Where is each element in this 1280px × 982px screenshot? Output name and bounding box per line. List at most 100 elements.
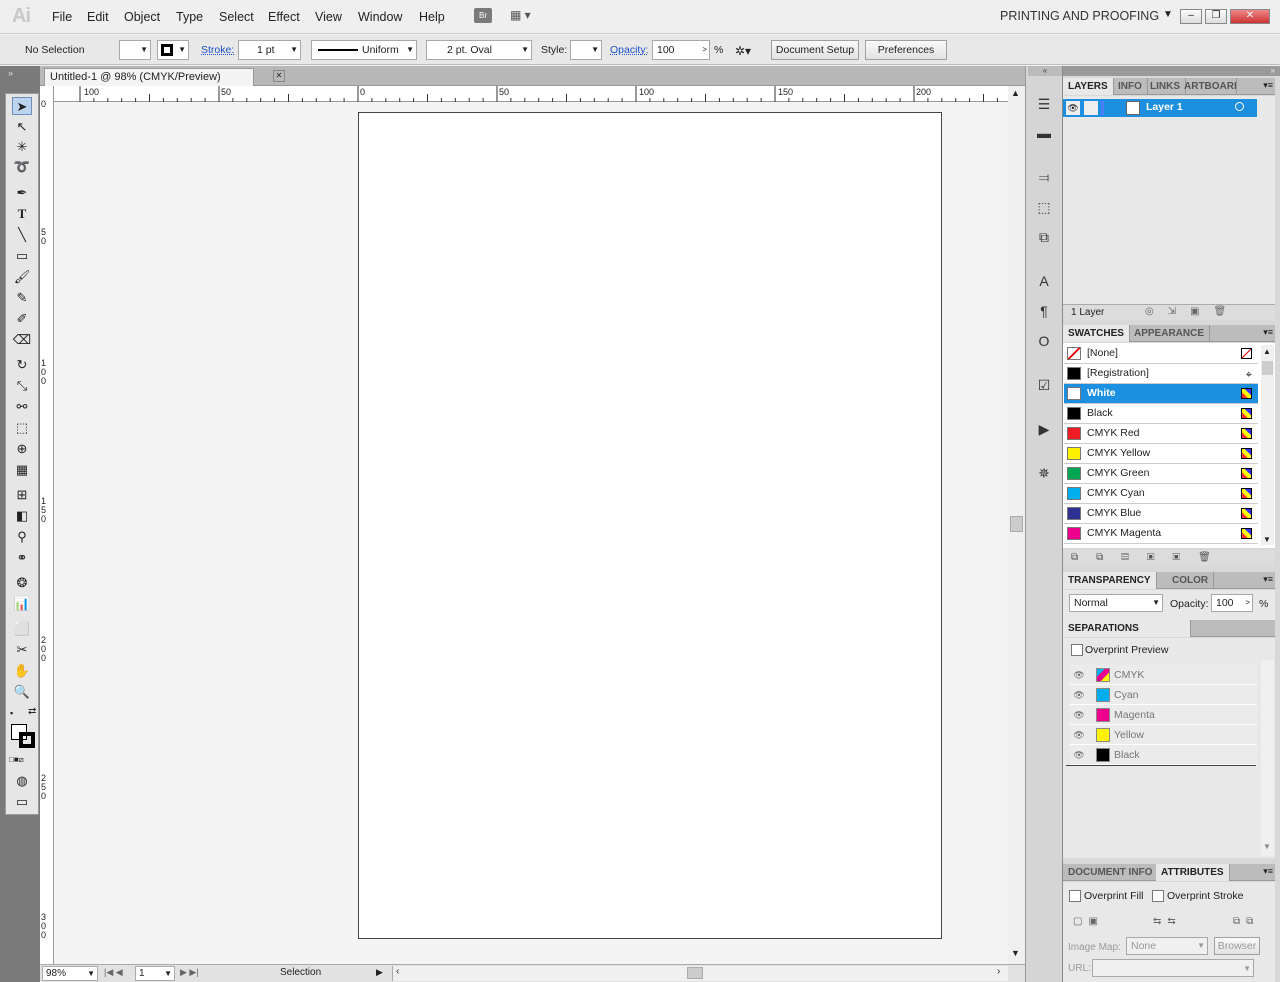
actions-panel-icon[interactable]: ▶ — [1034, 419, 1054, 439]
plate-row[interactable]: 👁 Black — [1070, 745, 1257, 765]
minimize-button[interactable]: – — [1180, 9, 1202, 24]
image-map-select[interactable]: None ▼ — [1126, 937, 1208, 955]
swatch-row[interactable]: Black — [1064, 404, 1258, 424]
brush-definition-select[interactable]: 2 pt. Oval ▼ — [426, 40, 532, 60]
color-mode-buttons[interactable]: □■⧄ — [9, 755, 35, 765]
visibility-eye-icon[interactable]: 👁 — [1073, 729, 1085, 741]
fill-color-select[interactable]: ▼ — [119, 40, 151, 60]
chevron-up-icon[interactable]: ▲ — [1011, 88, 1020, 98]
arrange-documents-button[interactable]: ▦ ▾ — [510, 8, 542, 23]
opentype-panel-icon[interactable]: O — [1034, 331, 1054, 351]
chevron-right-icon[interactable]: › — [997, 966, 1000, 977]
chevron-down-icon[interactable]: ▼ — [1011, 948, 1020, 958]
overprint-stroke-checkbox[interactable] — [1152, 890, 1164, 902]
tab-layers[interactable]: LAYERS — [1063, 78, 1114, 95]
panel-menu-icon[interactable]: ▾≡ — [1263, 574, 1273, 585]
free-transform-tool-icon[interactable]: ⬚ — [12, 419, 32, 437]
menu-window[interactable]: Window — [358, 10, 402, 24]
plate-row[interactable]: 👁 Yellow — [1070, 725, 1257, 745]
lock-toggle[interactable] — [1084, 101, 1098, 115]
tab-info[interactable]: INFO — [1113, 78, 1148, 95]
menu-object[interactable]: Object — [124, 10, 160, 24]
vertical-scrollbar[interactable]: ▲ ▼ — [1008, 86, 1025, 968]
tab-color[interactable]: COLOR — [1167, 572, 1215, 589]
scroll-thumb[interactable] — [1262, 361, 1273, 375]
scale-tool-icon[interactable]: ⤡ — [12, 377, 32, 395]
swatch-row[interactable]: [Registration] ⌖ — [1064, 364, 1258, 384]
restore-button[interactable]: ❐ — [1205, 9, 1227, 24]
workspace-switcher[interactable]: PRINTING AND PROOFING — [1000, 9, 1159, 23]
blend-tool-icon[interactable]: ⚭ — [12, 549, 32, 567]
swatch-row[interactable]: CMYK Blue — [1064, 504, 1258, 524]
menu-help[interactable]: Help — [419, 10, 445, 24]
tab-appearance[interactable]: APPEARANCE — [1129, 325, 1211, 342]
collapse-icon[interactable]: » — [1063, 66, 1280, 76]
blend-mode-select[interactable]: Normal ▼ — [1069, 594, 1163, 612]
recolor-artwork-icon[interactable]: ✲▾ — [735, 44, 751, 58]
menu-edit[interactable]: Edit — [87, 10, 109, 24]
column-graph-tool-icon[interactable]: 📊 — [12, 595, 32, 613]
mesh-tool-icon[interactable]: ⊞ — [12, 486, 32, 504]
scroll-thumb[interactable] — [1010, 516, 1023, 532]
swap-fill-stroke-icon[interactable]: ⇄ — [28, 706, 36, 717]
hand-tool-icon[interactable]: ✋ — [12, 662, 32, 680]
symbol-sprayer-tool-icon[interactable]: ❂ — [12, 574, 32, 592]
navigator-panel-icon[interactable]: ✵ — [1034, 463, 1054, 483]
status-menu-icon[interactable]: ▶ — [376, 967, 383, 978]
close-icon[interactable]: ✕ — [273, 70, 285, 82]
rotate-tool-icon[interactable]: ↻ — [12, 356, 32, 374]
menu-file[interactable]: File — [52, 10, 72, 24]
slice-tool-icon[interactable]: ✂ — [12, 641, 32, 659]
paintbrush-tool-icon[interactable]: 🖌 — [12, 268, 32, 286]
swatch-row[interactable]: CMYK Yellow — [1064, 444, 1258, 464]
align-panel-icon[interactable]: ⫤ — [1034, 167, 1054, 187]
target-icon[interactable] — [1235, 102, 1244, 111]
shape-builder-tool-icon[interactable]: ⊕ — [12, 440, 32, 458]
swatch-row[interactable]: [None] — [1064, 344, 1258, 364]
document-tab[interactable]: Untitled-1 @ 98% (CMYK/Preview) ✕ — [44, 68, 285, 86]
magic-wand-tool-icon[interactable]: ✳ — [12, 138, 32, 156]
visibility-eye-icon[interactable]: 👁 — [1073, 689, 1085, 701]
tab-artboards[interactable]: ARTBOARD — [1179, 78, 1237, 95]
stroke-swatch[interactable] — [19, 732, 35, 748]
menu-select[interactable]: Select — [219, 10, 254, 24]
menu-type[interactable]: Type — [176, 10, 203, 24]
chevron-up-icon[interactable]: ▲ — [1263, 347, 1271, 356]
attribute-option-icons[interactable]: ▢▣ — [1073, 916, 1104, 927]
chevron-down-icon[interactable]: ▼ — [1263, 842, 1271, 851]
direct-selection-tool-icon[interactable]: ↖ — [12, 118, 32, 136]
tab-swatches[interactable]: SWATCHES — [1063, 325, 1130, 342]
screen-mode-icon[interactable]: ▭ — [12, 793, 32, 811]
collapse-icon[interactable]: « — [1028, 66, 1062, 76]
perspective-grid-tool-icon[interactable]: ▦ — [12, 461, 32, 479]
line-segment-tool-icon[interactable]: ╲ — [12, 226, 32, 244]
zoom-select[interactable]: 98% ▼ — [42, 966, 98, 981]
artboard-navigation-select[interactable]: 1 ▼ — [135, 966, 175, 981]
plate-row[interactable]: 👁 Magenta — [1070, 705, 1257, 725]
artboard[interactable] — [358, 112, 942, 939]
visibility-eye-icon[interactable]: 👁 — [1073, 709, 1085, 721]
bridge-button[interactable]: Br — [474, 8, 492, 23]
layer-row[interactable]: 👁 Layer 1 — [1063, 99, 1257, 117]
transform-panel-icon[interactable]: ⬚ — [1034, 197, 1054, 217]
gradient-tool-icon[interactable]: ◧ — [12, 507, 32, 525]
separations-scrollbar[interactable]: ▼ — [1261, 660, 1274, 856]
visibility-eye-icon[interactable]: 👁 — [1073, 749, 1085, 761]
panel-menu-icon[interactable]: ▾≡ — [1263, 866, 1273, 877]
stroke-weight-input[interactable]: 1 pt ▼ — [238, 40, 301, 60]
horizontal-scrollbar[interactable]: ‹ › — [392, 966, 1008, 981]
fill-rule-icons[interactable]: ⇆⇆ — [1153, 916, 1182, 927]
lasso-tool-icon[interactable]: ➰ — [12, 158, 32, 176]
preferences-button[interactable]: Preferences — [865, 40, 947, 60]
swatch-row[interactable]: CMYK Cyan — [1064, 484, 1258, 504]
stroke-color-select[interactable]: ▼ — [157, 40, 189, 60]
pathfinder-panel-icon[interactable]: ⧉ — [1034, 227, 1054, 247]
artboard-tool-icon[interactable]: ⬜ — [12, 620, 32, 638]
gradient-panel-icon[interactable]: ▬ — [1034, 123, 1054, 143]
tab-attributes[interactable]: ATTRIBUTES — [1156, 864, 1230, 881]
opacity-input[interactable]: 100 > — [1211, 594, 1253, 612]
width-tool-icon[interactable]: ⚯ — [12, 398, 32, 416]
stroke-panel-icon[interactable]: ☰ — [1034, 94, 1054, 114]
rectangle-tool-icon[interactable]: ▭ — [12, 247, 32, 265]
chevron-down-icon[interactable]: ▼ — [1163, 9, 1173, 20]
